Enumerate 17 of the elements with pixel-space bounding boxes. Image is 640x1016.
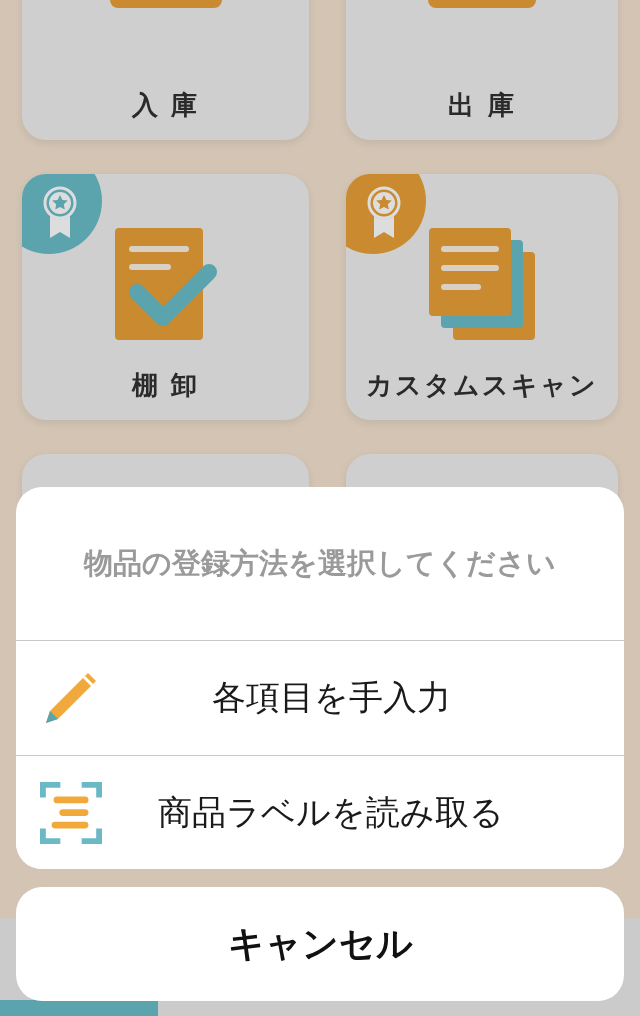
tab[interactable]	[0, 1000, 158, 1016]
cancel-button[interactable]: キャンセル	[16, 887, 624, 1001]
card-label: 入 庫	[131, 89, 200, 122]
option-button[interactable]: 商品ラベルを読み取る	[16, 755, 624, 869]
card-label: 出 庫	[448, 89, 516, 122]
award-icon	[41, 186, 79, 238]
sheet-title: 物品の登録方法を選択してください	[84, 544, 556, 582]
card-label: カスタムスキャン	[366, 369, 598, 402]
scan-icon	[40, 780, 102, 845]
menu-card[interactable]: 入 庫	[22, 0, 309, 140]
menu-card[interactable]: カスタムスキャン	[346, 174, 618, 420]
card-label: 棚 卸	[131, 369, 200, 402]
checklist-icon	[114, 228, 217, 340]
menu-card[interactable]: 出 庫	[346, 0, 618, 140]
documents-icon	[429, 228, 535, 340]
award-icon	[365, 186, 403, 238]
menu-card[interactable]: 棚 卸	[22, 174, 309, 420]
